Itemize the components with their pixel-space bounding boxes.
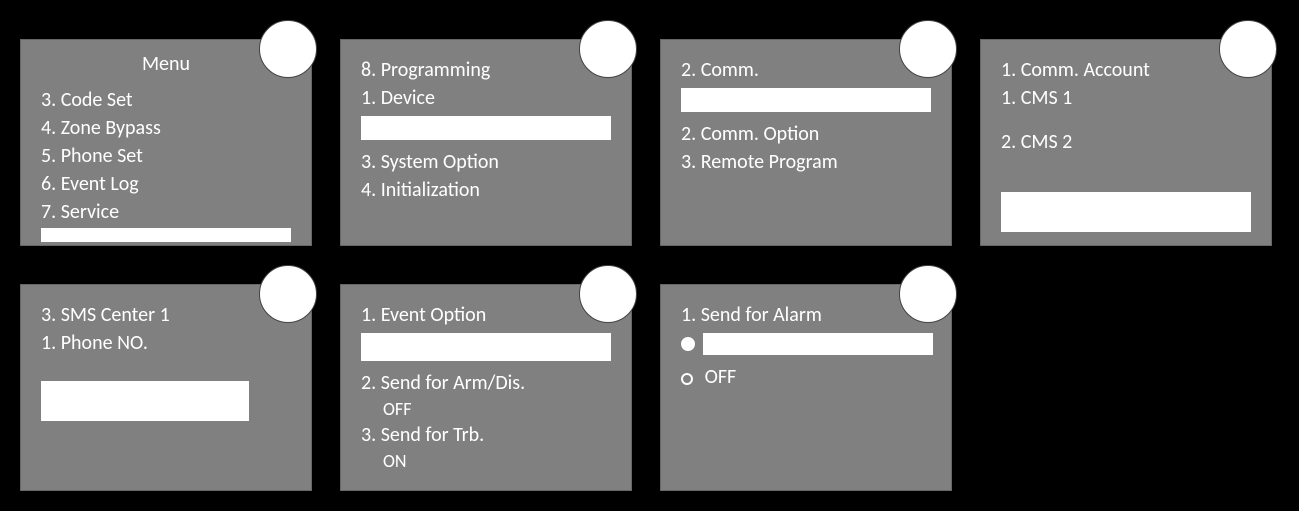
menu-item: 1. Comm. Account: [1001, 56, 1150, 84]
menu-item: 8. Programming: [361, 56, 490, 84]
panel-event-option: 1. Event Option 2. Send for Arm/Dis. OFF…: [340, 284, 632, 491]
panel-comm: 2. Comm. 2. Comm. Option 3. Remote Progr…: [660, 39, 952, 246]
selection-bar: [361, 333, 611, 361]
menu-item: 1. Event Option: [361, 301, 486, 329]
panel-programming: 8. Programming 1. Device 3. System Optio…: [340, 39, 632, 246]
menu-item: 1. CMS 1: [1001, 84, 1150, 112]
step-circle: [899, 265, 957, 323]
menu-item: 1. Send for Alarm: [681, 301, 822, 329]
selection-bar: [361, 116, 611, 140]
panel-comm-account: 1. Comm. Account 1. CMS 1 2. CMS 2: [980, 39, 1272, 246]
step-circle: [579, 265, 637, 323]
menu-item: 2. Comm. Option: [681, 120, 838, 148]
option-off[interactable]: OFF: [705, 365, 737, 389]
selection-bar: [1001, 192, 1251, 232]
step-circle: [899, 20, 957, 78]
menu-item: 1. Phone NO.: [41, 329, 170, 357]
menu-item: 1. Device: [361, 84, 490, 112]
input-bar[interactable]: [41, 381, 249, 421]
menu-item: 6. Event Log: [41, 170, 161, 198]
selection-bar: [41, 228, 291, 242]
menu-title: Menu: [142, 52, 190, 76]
menu-item-value: ON: [361, 449, 525, 473]
menu-item: 7. Service: [41, 198, 161, 226]
step-circle: [259, 265, 317, 323]
menu-item: 3. SMS Center 1: [41, 301, 170, 329]
radio-off-icon[interactable]: [681, 373, 693, 385]
menu-item-value: OFF: [361, 397, 525, 421]
menu-item: 3. Code Set: [41, 86, 161, 114]
diagram-stage: Menu 3. Code Set 4. Zone Bypass 5. Phone…: [0, 0, 1299, 511]
menu-item: 3. Remote Program: [681, 148, 838, 176]
menu-item: 2. Comm.: [681, 56, 759, 84]
panel-send-for-alarm: 1. Send for Alarm OFF: [660, 284, 952, 491]
panel-menu: Menu 3. Code Set 4. Zone Bypass 5. Phone…: [20, 39, 312, 246]
selection-bar: [681, 88, 931, 112]
menu-item: 2. Send for Arm/Dis.: [361, 369, 525, 397]
menu-item: 3. System Option: [361, 148, 499, 176]
radio-on-icon: [681, 337, 695, 351]
menu-item: 5. Phone Set: [41, 142, 161, 170]
panel-sms-center: 3. SMS Center 1 1. Phone NO.: [20, 284, 312, 491]
menu-item: 2. CMS 2: [1001, 128, 1150, 156]
menu-item: 3. Send for Trb.: [361, 421, 525, 449]
menu-item: 4. Zone Bypass: [41, 114, 161, 142]
step-circle: [579, 20, 637, 78]
selection-bar: [703, 333, 933, 355]
menu-item: 4. Initialization: [361, 176, 499, 204]
step-circle: [1219, 20, 1277, 78]
